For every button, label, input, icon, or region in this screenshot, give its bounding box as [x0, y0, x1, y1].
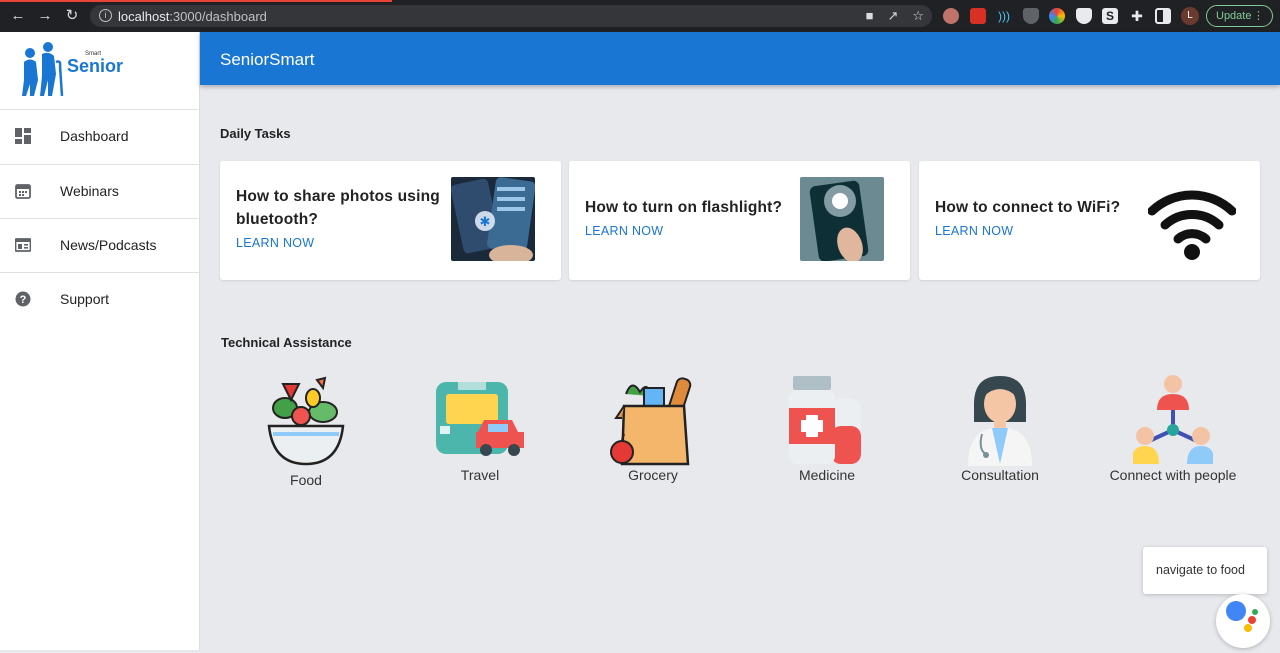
- task-card-flashlight[interactable]: How to turn on flashlight? LEARN NOW: [569, 161, 910, 280]
- section-title-technical-assistance: Technical Assistance: [221, 335, 352, 350]
- tile-label: Consultation: [961, 467, 1039, 483]
- tile-label: Food: [290, 472, 322, 488]
- grocery-bag-icon: [610, 377, 692, 466]
- salad-bowl-icon: [267, 376, 345, 466]
- page-load-progress: [0, 0, 392, 2]
- dashboard-icon: [15, 128, 31, 144]
- assistant-toast-text: navigate to food: [1156, 563, 1245, 577]
- flashlight-phone-image: [800, 177, 884, 261]
- forward-arrow-icon[interactable]: →: [36, 7, 54, 25]
- sidebar-item-news-podcasts[interactable]: News/Podcasts: [0, 218, 200, 272]
- password-extension-icon[interactable]: [1076, 8, 1092, 24]
- sidebar-item-label: Dashboard: [60, 128, 129, 144]
- address-url[interactable]: localhost:3000/dashboard: [118, 9, 267, 24]
- svg-text:?: ?: [20, 294, 27, 306]
- reload-icon[interactable]: ↻: [63, 7, 81, 25]
- app-header: SeniorSmart: [200, 32, 1280, 85]
- tile-label: Medicine: [798, 467, 856, 483]
- extension-icon[interactable]: [943, 8, 959, 24]
- people-network-icon: [1133, 375, 1213, 464]
- learn-now-link[interactable]: LEARN NOW: [585, 224, 663, 238]
- calendar-icon: [15, 184, 31, 199]
- extension-icon[interactable]: [970, 8, 986, 24]
- tile-label: Connect with people: [1109, 467, 1237, 483]
- puzzle-extensions-icon[interactable]: ✚: [1129, 8, 1145, 24]
- sidebar: Smart Senior Dashboard Webinars News/Pod…: [0, 32, 200, 650]
- side-panel-icon[interactable]: [1155, 8, 1171, 24]
- sidebar-item-label: Support: [60, 291, 110, 307]
- back-arrow-icon[interactable]: ←: [9, 7, 27, 25]
- doctor-icon: [968, 376, 1032, 466]
- bluetooth-phone-image: ✱: [451, 177, 535, 261]
- learn-now-link[interactable]: LEARN NOW: [935, 224, 1013, 238]
- smart-senior-logo[interactable]: Smart Senior: [16, 40, 136, 100]
- elderly-couple-logo-icon: [22, 42, 64, 97]
- assist-tile-food[interactable]: Food: [236, 372, 376, 492]
- learn-now-link[interactable]: LEARN NOW: [236, 236, 314, 250]
- assist-tile-consultation[interactable]: Consultation: [930, 372, 1070, 487]
- color-extension-icon[interactable]: [1049, 8, 1065, 24]
- menu-dots-icon[interactable]: ⋮: [1253, 6, 1264, 26]
- google-assistant-button[interactable]: [1216, 594, 1270, 648]
- bookmark-star-icon[interactable]: ☆: [912, 8, 924, 24]
- wireless-extension-icon[interactable]: ))): [996, 8, 1012, 24]
- assist-tile-connect-with-people[interactable]: Connect with people: [1103, 372, 1243, 487]
- camera-icon[interactable]: ■: [866, 8, 874, 24]
- card-title: How to turn on flashlight?: [585, 199, 783, 216]
- s-extension-icon[interactable]: S: [1102, 8, 1118, 24]
- assist-tile-travel[interactable]: Travel: [410, 372, 550, 487]
- task-card-bluetooth[interactable]: How to share photos using bluetooth? LEA…: [220, 161, 561, 280]
- update-button[interactable]: Update ⋮: [1206, 5, 1273, 27]
- tile-label: Travel: [460, 467, 500, 483]
- logo-text: Senior: [67, 56, 124, 76]
- news-icon: [15, 238, 31, 252]
- browser-toolbar: ← → ↻ i localhost:3000/dashboard ■ ↗ ☆ )…: [0, 0, 1280, 32]
- profile-avatar[interactable]: L: [1181, 7, 1199, 25]
- card-title: How to share photos using bluetooth?: [236, 188, 440, 228]
- assistant-dots-icon: [1226, 601, 1258, 632]
- wifi-icon: [1148, 190, 1236, 260]
- sidebar-item-support[interactable]: ? Support: [0, 272, 200, 326]
- svg-text:✱: ✱: [480, 215, 491, 230]
- bus-car-icon: [436, 382, 524, 456]
- medicine-bottle-icon: [789, 376, 861, 464]
- sidebar-item-label: News/Podcasts: [60, 237, 157, 253]
- assistant-toast: navigate to food: [1143, 547, 1267, 594]
- share-icon[interactable]: ↗: [887, 8, 898, 24]
- task-card-wifi[interactable]: How to connect to WiFi? LEARN NOW: [919, 161, 1260, 280]
- section-title-daily-tasks: Daily Tasks: [220, 126, 291, 141]
- tile-label: Grocery: [628, 467, 678, 483]
- site-info-icon[interactable]: i: [99, 9, 112, 22]
- help-icon: ?: [15, 291, 31, 307]
- card-title: How to connect to WiFi?: [935, 199, 1121, 216]
- app-title: SeniorSmart: [220, 50, 315, 69]
- sidebar-item-label: Webinars: [60, 183, 119, 199]
- sidebar-item-webinars[interactable]: Webinars: [0, 164, 200, 218]
- assist-tile-medicine[interactable]: Medicine: [757, 372, 897, 487]
- sidebar-item-dashboard[interactable]: Dashboard: [0, 109, 200, 163]
- shield-extension-icon[interactable]: [1023, 8, 1039, 24]
- address-bar[interactable]: i localhost:3000/dashboard ■ ↗ ☆: [90, 5, 932, 27]
- assist-tile-grocery[interactable]: Grocery: [583, 372, 723, 487]
